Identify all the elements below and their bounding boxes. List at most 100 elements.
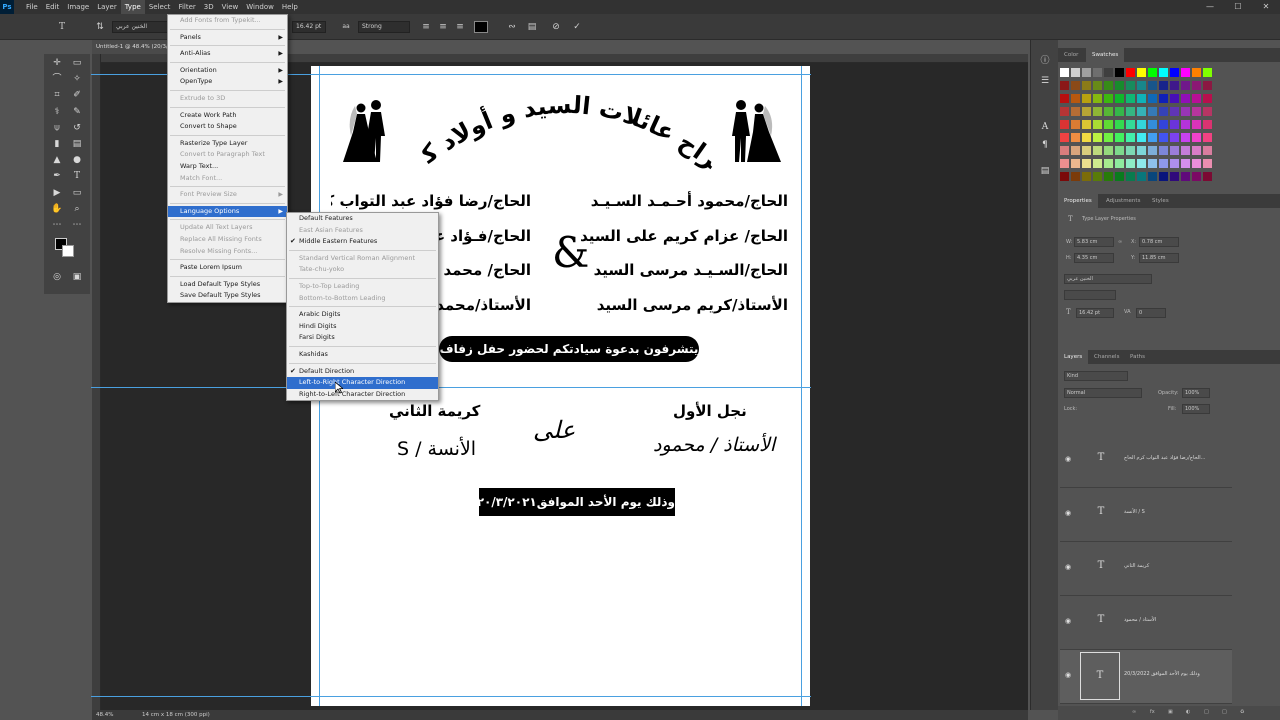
- color-swatch[interactable]: [1071, 159, 1080, 168]
- color-swatch[interactable]: [1181, 133, 1190, 142]
- screen-mode-icon[interactable]: ▣: [70, 270, 84, 284]
- color-swatch[interactable]: [1115, 94, 1124, 103]
- adjustment-layer-icon[interactable]: ◐: [1186, 709, 1190, 715]
- color-swatch[interactable]: [1126, 68, 1135, 77]
- color-swatch[interactable]: [1082, 107, 1091, 116]
- menu-item-default-features[interactable]: Default Features: [287, 213, 438, 225]
- menu-item-right-to-left-character-direction[interactable]: Right-to-Left Character Direction: [287, 389, 438, 401]
- hand-tool-icon[interactable]: ✋: [50, 202, 64, 216]
- color-swatch[interactable]: [1203, 94, 1212, 103]
- color-swatch[interactable]: [1203, 120, 1212, 129]
- fx-icon[interactable]: fx: [1150, 709, 1155, 715]
- color-swatch[interactable]: [1104, 81, 1113, 90]
- color-swatch[interactable]: [1115, 172, 1124, 181]
- color-swatch[interactable]: [1181, 172, 1190, 181]
- opacity-field[interactable]: 100%: [1182, 388, 1210, 398]
- menu-select[interactable]: Select: [145, 0, 175, 14]
- color-swatch[interactable]: [1060, 159, 1069, 168]
- color-swatch[interactable]: [1093, 81, 1102, 90]
- menu-item-arabic-digits[interactable]: Arabic Digits: [287, 309, 438, 321]
- color-swatch[interactable]: [1071, 146, 1080, 155]
- link-icon[interactable]: ∞: [1118, 239, 1122, 245]
- menu-window[interactable]: Window: [242, 0, 278, 14]
- color-swatch[interactable]: [1181, 159, 1190, 168]
- trash-icon[interactable]: ♻: [1240, 709, 1244, 715]
- color-swatch[interactable]: [1148, 81, 1157, 90]
- clone-stamp-icon[interactable]: ⍦: [50, 121, 64, 135]
- layer-row[interactable]: ◉ T كريمة الثاني: [1060, 542, 1232, 596]
- color-swatch[interactable]: [1115, 159, 1124, 168]
- menu-help[interactable]: Help: [278, 0, 302, 14]
- visibility-eye-icon[interactable]: ◉: [1065, 617, 1071, 625]
- color-swatch[interactable]: [1192, 107, 1201, 116]
- layer-row[interactable]: ◉ T الأنسة / S: [1060, 488, 1232, 542]
- color-swatch[interactable]: [1093, 159, 1102, 168]
- color-swatch[interactable]: [1126, 94, 1135, 103]
- color-swatch[interactable]: [1137, 146, 1146, 155]
- lasso-tool-icon[interactable]: ⌒: [50, 72, 64, 86]
- brush-tool-icon[interactable]: ✎: [70, 105, 84, 119]
- color-swatch[interactable]: [1126, 81, 1135, 90]
- text-color-swatch[interactable]: [474, 21, 488, 33]
- color-swatch[interactable]: [1104, 68, 1113, 77]
- color-swatch[interactable]: [1181, 120, 1190, 129]
- color-swatch[interactable]: [1104, 133, 1113, 142]
- color-swatch[interactable]: [1082, 172, 1091, 181]
- shape-tool-icon[interactable]: ▭: [70, 186, 84, 200]
- tab-adjustments[interactable]: Adjustments: [1100, 194, 1146, 208]
- align-right-icon[interactable]: ≡: [454, 20, 466, 34]
- color-swatch[interactable]: [1159, 146, 1168, 155]
- color-swatch[interactable]: [1203, 146, 1212, 155]
- tab-styles[interactable]: Styles: [1146, 194, 1175, 208]
- menu-item-default-direction[interactable]: Default Direction ✔: [287, 366, 438, 378]
- color-swatch[interactable]: [1060, 133, 1069, 142]
- healing-brush-icon[interactable]: ⚕: [50, 105, 64, 119]
- color-swatch[interactable]: [1192, 68, 1201, 77]
- color-swatch[interactable]: [1148, 159, 1157, 168]
- pen-tool-icon[interactable]: ✒: [50, 169, 64, 183]
- warp-text-icon[interactable]: ∾: [506, 20, 518, 34]
- fill-field[interactable]: 100%: [1182, 404, 1210, 414]
- color-swatch[interactable]: [1082, 146, 1091, 155]
- menu-item-farsi-digits[interactable]: Farsi Digits: [287, 332, 438, 344]
- color-swatch[interactable]: [1170, 81, 1179, 90]
- color-swatch[interactable]: [1060, 120, 1069, 129]
- type-tool-icon[interactable]: T: [56, 20, 68, 34]
- color-swatch[interactable]: [1071, 68, 1080, 77]
- move-tool-icon[interactable]: ✛: [50, 56, 64, 70]
- color-swatch[interactable]: [1115, 120, 1124, 129]
- menu-item-convert-to-shape[interactable]: Convert to Shape: [168, 121, 287, 133]
- color-swatch[interactable]: [1148, 68, 1157, 77]
- color-swatch[interactable]: [1148, 94, 1157, 103]
- color-swatch[interactable]: [1159, 172, 1168, 181]
- layer-row[interactable]: ◉ T وذلك يوم الأحد الموافق 20/3/2022: [1060, 650, 1232, 704]
- color-swatch[interactable]: [1137, 172, 1146, 181]
- color-swatch[interactable]: [1137, 81, 1146, 90]
- menu-item-middle-eastern-features[interactable]: Middle Eastern Features ✔: [287, 236, 438, 248]
- color-swatch[interactable]: [1159, 159, 1168, 168]
- menu-view[interactable]: View: [218, 0, 243, 14]
- color-swatch[interactable]: [1060, 94, 1069, 103]
- color-swatch[interactable]: [1082, 120, 1091, 129]
- color-swatch[interactable]: [1126, 172, 1135, 181]
- menu-item-paste-lorem-ipsum[interactable]: Paste Lorem Ipsum: [168, 262, 287, 274]
- zoom-tool-icon[interactable]: ⌕: [70, 202, 84, 216]
- color-swatch[interactable]: [1159, 107, 1168, 116]
- menu-item-warp-text[interactable]: Warp Text...: [168, 161, 287, 173]
- color-swatch[interactable]: [1159, 133, 1168, 142]
- font-style-select[interactable]: [1064, 290, 1116, 300]
- color-swatch[interactable]: [1192, 159, 1201, 168]
- color-swatch[interactable]: [1148, 146, 1157, 155]
- color-swatch[interactable]: [1093, 120, 1102, 129]
- color-swatch[interactable]: [1115, 146, 1124, 155]
- link-layers-icon[interactable]: ∞: [1132, 709, 1136, 715]
- menu-item-load-default-type-styles[interactable]: Load Default Type Styles: [168, 279, 287, 291]
- cancel-icon[interactable]: ⊘: [550, 20, 562, 34]
- layer-filter-select[interactable]: Kind: [1064, 371, 1128, 381]
- gradient-tool-icon[interactable]: ▤: [70, 137, 84, 151]
- folder-icon[interactable]: □: [1204, 709, 1209, 715]
- tab-paths[interactable]: Paths: [1124, 350, 1151, 364]
- color-swatch[interactable]: [1071, 94, 1080, 103]
- color-swatch[interactable]: [1104, 120, 1113, 129]
- visibility-eye-icon[interactable]: ◉: [1065, 671, 1071, 679]
